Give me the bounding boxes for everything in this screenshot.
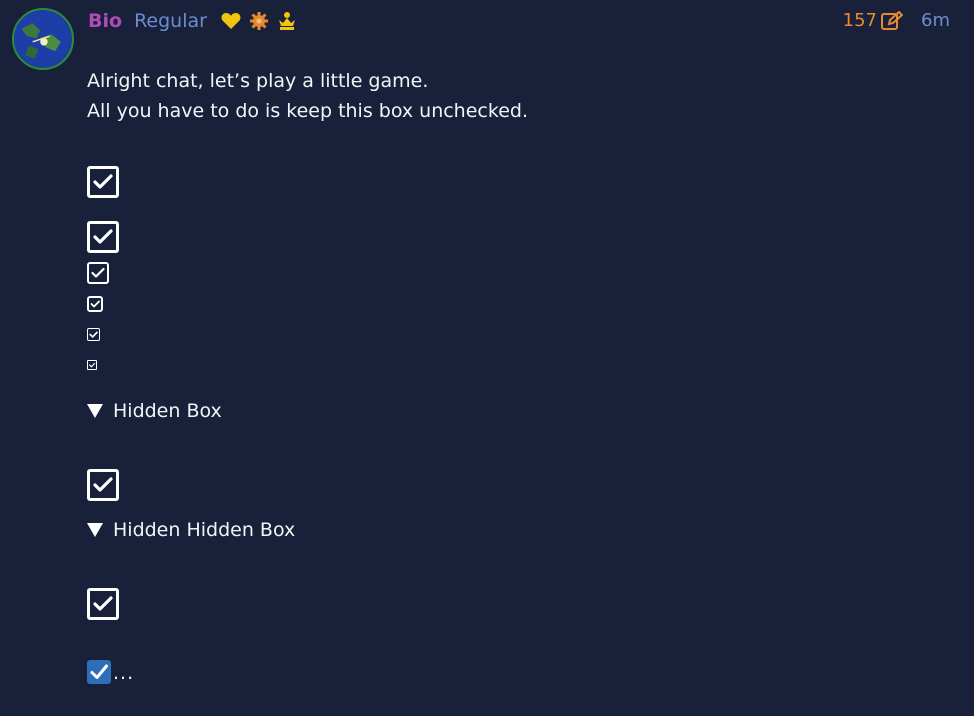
hidden-box-label: Hidden Box [113, 400, 222, 422]
edit-icon [881, 10, 903, 30]
check-icon [93, 477, 113, 492]
checkbox-4[interactable] [87, 296, 103, 312]
checkbox-1[interactable] [87, 166, 119, 198]
post-header: Bio Regular [88, 10, 297, 32]
check-icon [90, 664, 108, 679]
check-icon [91, 267, 105, 278]
checkbox-9[interactable] [87, 660, 111, 684]
checkbox-5[interactable] [87, 328, 100, 341]
checkbox-7[interactable] [87, 469, 119, 501]
ellipsis-text: ... [113, 662, 135, 684]
edit-history-button[interactable]: 157 [843, 10, 903, 31]
heart-icon[interactable] [221, 12, 241, 30]
hidden-hidden-box-toggle[interactable]: Hidden Hidden Box [87, 519, 295, 541]
post-body: Alright chat, let’s play a little game. … [87, 66, 528, 126]
check-icon [93, 596, 113, 611]
check-icon [89, 331, 98, 338]
check-icon [93, 229, 113, 244]
badge-list [221, 11, 297, 31]
hidden-hidden-box-label: Hidden Hidden Box [113, 519, 296, 541]
post-text-line-1: Alright chat, let’s play a little game. [87, 70, 429, 92]
check-icon [93, 174, 113, 189]
gear-icon[interactable] [249, 11, 269, 31]
hidden-box-toggle[interactable]: Hidden Box [87, 400, 222, 422]
checkbox-3[interactable] [87, 262, 109, 284]
username[interactable]: Bio [88, 10, 122, 32]
edit-count: 157 [842, 10, 877, 31]
crown-icon[interactable] [277, 11, 297, 31]
earth-avatar-icon [14, 10, 69, 65]
disclosure-triangle-icon [87, 404, 103, 418]
avatar[interactable] [12, 8, 74, 70]
disclosure-triangle-icon [87, 523, 103, 537]
post-text-line-2: All you have to do is keep this box unch… [87, 100, 528, 122]
post-timestamp[interactable]: 6m [921, 10, 950, 31]
user-rank: Regular [134, 10, 207, 32]
check-icon [90, 300, 100, 308]
checkbox-6[interactable] [87, 360, 97, 370]
post-meta: 157 6m [843, 10, 950, 31]
check-icon [89, 362, 96, 368]
checkbox-8[interactable] [87, 588, 119, 620]
checkbox-2[interactable] [87, 221, 119, 253]
